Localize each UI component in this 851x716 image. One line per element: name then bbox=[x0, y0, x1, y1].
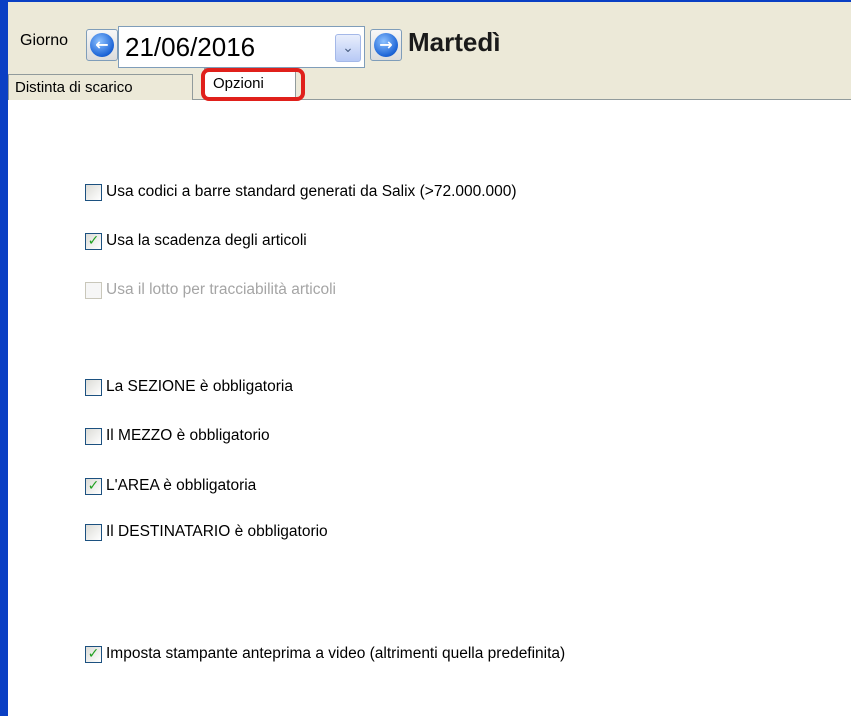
date-dropdown-button[interactable]: ⌄ bbox=[335, 34, 361, 62]
option-area-obbligatoria[interactable]: ✓ L'AREA è obbligatoria bbox=[85, 477, 256, 495]
checkbox[interactable]: ✓ bbox=[85, 477, 102, 495]
checkbox[interactable]: ✓ bbox=[85, 232, 102, 250]
checkbox[interactable] bbox=[85, 523, 102, 541]
option-label: Usa la scadenza degli articoli bbox=[106, 232, 307, 249]
tab-label: Distinta di scarico bbox=[15, 79, 133, 96]
option-mezzo-obbligatorio[interactable]: Il MEZZO è obbligatorio bbox=[85, 427, 270, 445]
checkbox[interactable] bbox=[85, 427, 102, 445]
giorno-label: Giorno bbox=[20, 32, 69, 49]
option-label: Usa codici a barre standard generati da … bbox=[106, 183, 517, 200]
option-barcode-standard[interactable]: Usa codici a barre standard generati da … bbox=[85, 183, 517, 201]
next-day-button[interactable]: → bbox=[370, 29, 402, 61]
checkbox[interactable] bbox=[85, 378, 102, 396]
option-stampante-anteprima[interactable]: ✓ Imposta stampante anteprima a video (a… bbox=[85, 645, 565, 663]
checkbox[interactable]: ✓ bbox=[85, 645, 102, 663]
tab-opzioni[interactable]: Opzioni bbox=[204, 68, 296, 100]
option-label: Usa il lotto per tracciabilità articoli bbox=[106, 281, 337, 298]
option-sezione-obbligatoria[interactable]: La SEZIONE è obbligatoria bbox=[85, 378, 293, 396]
option-label: La SEZIONE è obbligatoria bbox=[106, 378, 293, 395]
arrow-right-icon: → bbox=[374, 33, 398, 57]
date-combo[interactable]: 21/06/2016 ⌄ bbox=[118, 26, 365, 68]
option-label: L'AREA è obbligatoria bbox=[106, 477, 257, 494]
arrow-left-icon: ← bbox=[90, 33, 114, 57]
checkbox[interactable] bbox=[85, 183, 102, 201]
date-toolbar: Giorno ← 21/06/2016 ⌄ → Martedì bbox=[8, 2, 851, 74]
previous-day-button[interactable]: ← bbox=[86, 29, 118, 61]
date-value: 21/06/2016 bbox=[125, 32, 256, 62]
weekday-label: Martedì bbox=[408, 27, 501, 57]
option-label: Il DESTINATARIO è obbligatorio bbox=[106, 523, 328, 540]
tab-distinta-di-scarico[interactable]: Distinta di scarico bbox=[8, 74, 193, 100]
tab-label: Opzioni bbox=[213, 75, 264, 92]
option-label: Imposta stampante anteprima a video (alt… bbox=[106, 645, 566, 662]
option-destinatario-obbligatorio[interactable]: Il DESTINATARIO è obbligatorio bbox=[85, 523, 328, 541]
option-label: Il MEZZO è obbligatorio bbox=[106, 427, 270, 444]
option-scadenza-articoli[interactable]: ✓ Usa la scadenza degli articoli bbox=[85, 232, 307, 250]
option-lotto-tracciabilita: Usa il lotto per tracciabilità articoli bbox=[85, 281, 336, 299]
options-window: Giorno ← 21/06/2016 ⌄ → Martedì Distinta… bbox=[0, 0, 851, 716]
chevron-down-icon: ⌄ bbox=[342, 40, 354, 56]
window-left-border bbox=[0, 0, 8, 716]
tab-bar: Distinta di scarico Opzioni bbox=[8, 68, 851, 100]
checkbox bbox=[85, 281, 102, 299]
